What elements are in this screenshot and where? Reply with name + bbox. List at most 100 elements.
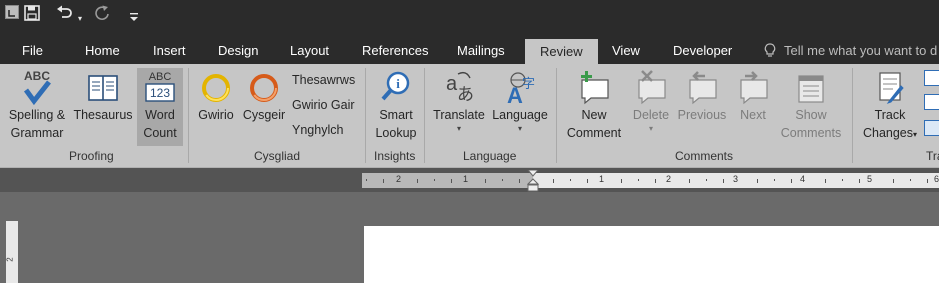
ruler-label: 3: [733, 174, 739, 184]
ruler-tick: [774, 179, 775, 181]
new-comment-label-1: New: [581, 108, 607, 122]
next-comment-button[interactable]: Next: [733, 68, 773, 124]
ruler-tick: [927, 179, 928, 183]
ruler-tick: [587, 179, 588, 183]
tab-view[interactable]: View: [612, 38, 640, 64]
ruler-tick: [910, 179, 911, 181]
previous-comment-button[interactable]: Previous: [676, 68, 728, 124]
group-label-language: Language: [463, 149, 517, 163]
new-comment-button[interactable]: New Comment: [563, 68, 625, 142]
gwirio-button[interactable]: Gwirio: [196, 68, 236, 124]
gwirio-gair-button[interactable]: Gwirio Gair: [292, 98, 355, 112]
svg-text:i: i: [396, 76, 400, 91]
vertical-ruler[interactable]: 2: [6, 221, 18, 283]
ruler-tick: [366, 179, 367, 181]
ruler-tick: [519, 179, 520, 183]
ruler-tick: [638, 179, 639, 181]
word-count-label-2: Count: [143, 126, 177, 140]
group-separator: [424, 68, 425, 163]
ruler-tick: [859, 179, 860, 183]
smart-label-2: Lookup: [375, 126, 417, 140]
save-icon[interactable]: [24, 5, 40, 26]
track-dropdown-icon: ▾: [913, 130, 918, 139]
ruler-tick: [383, 179, 384, 183]
delete-dropdown-icon: ▾: [648, 124, 653, 133]
thesaurus-book-icon: [88, 75, 118, 101]
delete-comment-button[interactable]: Delete ▾: [630, 68, 672, 134]
tab-review[interactable]: Review: [525, 39, 598, 64]
group-label-insights: Insights: [374, 149, 416, 163]
group-label-tracking: Tra: [926, 149, 939, 163]
ruler-label: 2: [396, 174, 402, 184]
thesawrws-button[interactable]: Thesawrws: [292, 73, 355, 87]
horizontal-ruler[interactable]: 2 1 1 2 3 4 5 6: [362, 170, 939, 192]
ruler-tick: [451, 179, 452, 183]
smart-lookup-button[interactable]: i Smart Lookup: [371, 68, 421, 142]
word-count-button[interactable]: ABC 123 Word Count: [137, 68, 183, 142]
new-comment-icon: [581, 71, 609, 105]
ruler-tick: [723, 179, 724, 183]
document-page[interactable]: [364, 226, 939, 283]
ruler-tick: [485, 179, 486, 183]
tab-layout[interactable]: Layout: [290, 38, 329, 64]
ruler-tick: [757, 179, 758, 183]
group-separator: [852, 68, 853, 163]
tab-design[interactable]: Design: [218, 38, 258, 64]
tab-insert[interactable]: Insert: [153, 38, 186, 64]
group-label-proofing: Proofing: [69, 149, 114, 163]
redo-icon[interactable]: [94, 5, 110, 26]
language-label: Language: [492, 108, 548, 122]
group-label-comments: Comments: [675, 149, 734, 163]
show-comments-button[interactable]: Show Comments: [777, 68, 845, 142]
ruler-tick: [791, 179, 792, 183]
show-comments-label-1: Show: [795, 108, 827, 122]
ruler-tick: [689, 179, 690, 183]
ruler-label: 6: [934, 174, 939, 184]
translate-button[interactable]: a あ Translate ▾: [431, 68, 487, 134]
show-markup-icon[interactable]: [924, 94, 939, 110]
smart-label-1: Smart: [379, 108, 413, 122]
undo-icon[interactable]: [56, 5, 74, 26]
tab-selector[interactable]: [5, 5, 19, 19]
undo-dropdown-icon[interactable]: ▾: [78, 9, 82, 29]
spelling-grammar-button[interactable]: ABC Spelling & Grammar: [5, 68, 69, 142]
indent-marker-icon[interactable]: [527, 170, 539, 192]
translate-dropdown-icon: ▾: [456, 124, 461, 133]
reviewing-pane-icon[interactable]: [924, 120, 939, 136]
ribbon-review: ABC Spelling & Grammar Thesaurus ABC 123…: [0, 64, 939, 168]
ruler-label: 1: [599, 174, 605, 184]
ruler-tick: [621, 179, 622, 183]
tab-references[interactable]: References: [362, 38, 428, 64]
tab-home[interactable]: Home: [85, 38, 120, 64]
tab-file[interactable]: File: [22, 38, 43, 64]
track-changes-icon: [879, 72, 904, 104]
markup-icon[interactable]: [924, 70, 939, 86]
ruler-tick: [655, 179, 656, 183]
cysgeir-icon: [250, 74, 278, 102]
cysgeir-label: Cysgeir: [242, 108, 286, 122]
customize-icon[interactable]: [130, 8, 138, 28]
svg-text:字: 字: [522, 77, 535, 92]
ruler-label: 1: [463, 174, 469, 184]
track-label-2: Changes: [862, 126, 914, 140]
word-count-label-1: Word: [145, 108, 175, 122]
vertical-ruler-label: 2: [5, 257, 15, 262]
cysgeir-button[interactable]: Cysgeir: [240, 68, 288, 124]
tab-developer[interactable]: Developer: [673, 38, 732, 64]
delete-label: Delete: [632, 108, 670, 122]
ruler-tick: [553, 179, 554, 183]
translate-label: Translate: [433, 108, 485, 122]
ruler-label: 2: [666, 174, 672, 184]
language-button[interactable]: A 字 Language ▾: [490, 68, 550, 134]
new-comment-label-2: Comment: [566, 126, 622, 140]
tell-me-search[interactable]: Tell me what you want to d: [784, 38, 937, 64]
thesaurus-button[interactable]: Thesaurus: [72, 68, 134, 124]
tab-mailings[interactable]: Mailings: [457, 38, 505, 64]
svg-text:あ: あ: [457, 85, 474, 105]
track-changes-button[interactable]: Track Changes▾: [858, 68, 922, 144]
delete-comment-icon: [638, 70, 666, 105]
svg-text:A: A: [507, 83, 523, 106]
ynghylch-button[interactable]: Ynghylch: [292, 123, 343, 137]
language-dropdown-icon: ▾: [517, 124, 522, 133]
ruler-left-margin: [362, 173, 533, 188]
